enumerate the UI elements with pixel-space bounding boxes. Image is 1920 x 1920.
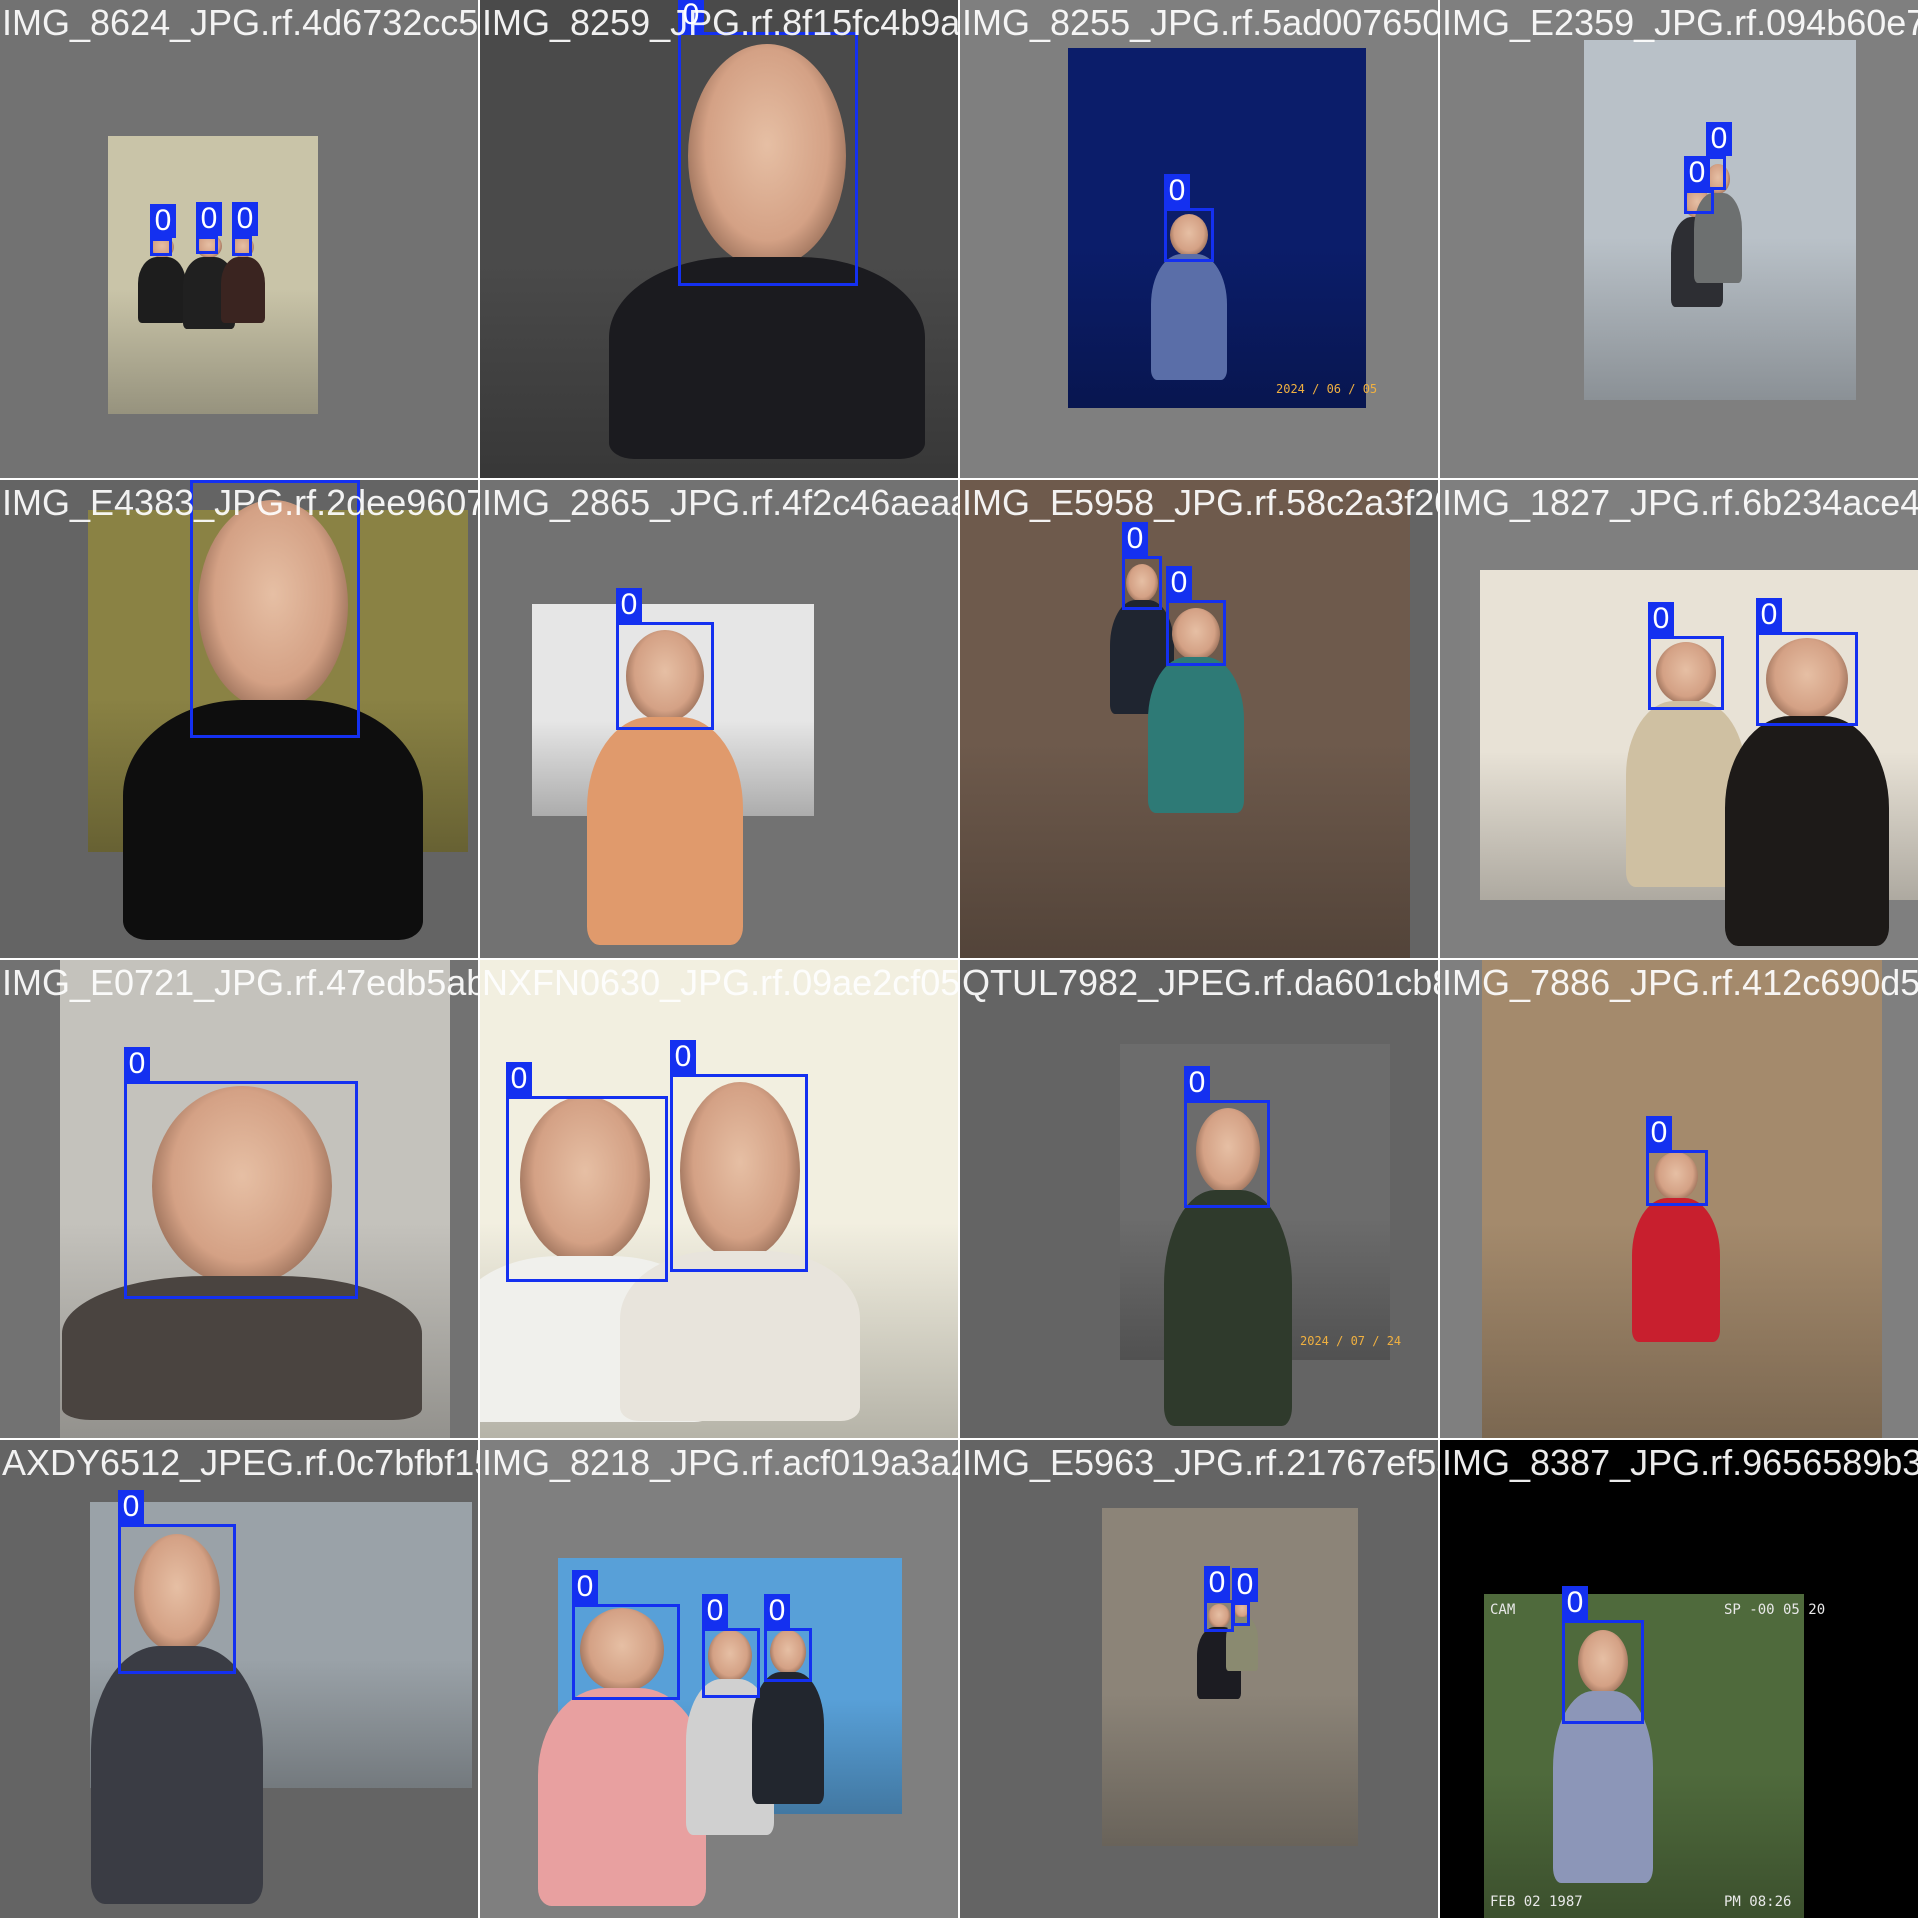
class-label: 0 [702,1594,728,1628]
mosaic-tile: 0 0 NXFN0630_JPG.rf.09ae2cf05720c7e81 [480,960,958,1438]
image-filename: IMG_8387_JPG.rf.9656589b34e7c2d0 [1442,1442,1918,1483]
class-label: 0 [1646,1116,1672,1150]
face-detection-box: 0 [702,1594,760,1698]
mosaic-tile: 2024 / 07 / 24 0 QTUL7982_JPEG.rf.da601cb8… [960,960,1438,1438]
image-filename: QTUL7982_JPEG.rf.da601cb8f5a55f6e [962,962,1438,1003]
date-stamp: 2024 / 07 / 24 [1300,1334,1402,1348]
camera-overlay-text: SP -00 05 20 [1724,1602,1826,1618]
class-label: 0 [616,588,642,622]
face-detection-box: 0 [1562,1586,1644,1724]
face-detection-box: 0 [118,1490,236,1674]
image-filename: IMG_2865_JPG.rf.4f2c46aeaab2d1a2e [482,482,958,523]
face-detection-box: 0 [150,204,176,256]
person-body [138,257,186,323]
face-detection-box: 0 [1646,1116,1708,1206]
person-body [538,1688,706,1906]
mosaic-tile: 0 AXDY6512_JPEG.rf.0c7bfbf158fd2a8e [0,1440,478,1918]
class-label: 0 [764,1594,790,1628]
face-detection-box: 0 [616,588,714,730]
image-filename: IMG_8255_JPG.rf.5ad007650b0e2736d [962,2,1438,43]
face-detection-box: 0 [1706,122,1732,190]
person-body [221,257,265,323]
mosaic-tile: 2024 / 06 / 05 0 IMG_8255_JPG.rf.5ad007650… [960,0,1438,478]
image-filename: IMG_E5963_JPG.rf.21767ef5a96c3b0f [962,1442,1438,1483]
class-label: 0 [232,202,258,236]
class-label: 0 [1166,566,1192,600]
class-label: 0 [118,1490,144,1524]
image-filename: IMG_E2359_JPG.rf.094b60e7d1f4e8a2b [1442,2,1918,43]
camera-overlay-text: PM 08:26 [1724,1894,1792,1910]
face-detection-box: 0 [1164,174,1214,262]
face-detection-box: 0 [1756,598,1858,726]
person-body [1164,1190,1292,1426]
class-label: 0 [150,204,176,238]
face-detection-box: 0 [506,1062,668,1282]
class-label: 0 [1122,522,1148,556]
class-label: 0 [506,1062,532,1096]
face-detection-box: 0 [670,1040,808,1272]
mosaic-tile: 0 0 IMG_1827_JPG.rf.6b234ace43c7d0e9a [1440,480,1918,958]
mosaic-tile: CAM SP -00 05 20 FEB 02 1987 PM 08:26 0 IMG_8… [1440,1440,1918,1918]
class-label: 0 [124,1047,150,1081]
face-detection-box: 0 [1122,522,1162,610]
image-filename: IMG_8259_JPG.rf.8f15fc4b9a7b2f20f [482,2,958,43]
person-body [1632,1198,1720,1342]
face-detection-box: 0 [1204,1566,1234,1632]
image-filename: IMG_E4383_JPG.rf.2dee9607aa2e6a4f2 [2,482,478,523]
class-label: 0 [1648,602,1674,636]
class-label: 0 [670,1040,696,1074]
person-body [609,257,925,459]
image-filename: IMG_8218_JPG.rf.acf019a3a27569ad1 [482,1442,958,1483]
mosaic-tile: 000IMG_8624_JPG.rf.4d6732cc5e6e8250d [0,0,478,478]
face-detection-box: 0 [124,1047,358,1299]
face-detection-box: 0 [1166,566,1226,666]
class-label: 0 [1562,1586,1588,1620]
mosaic-tile: 00 IMG_E5963_JPG.rf.21767ef5a96c3b0f [960,1440,1438,1918]
mosaic-tile: 00 IMG_E2359_JPG.rf.094b60e7d1f4e8a2b [1440,0,1918,478]
mosaic-tile: 0IMG_E4383_JPG.rf.2dee9607aa2e6a4f2 [0,480,478,958]
camera-overlay-text: CAM [1490,1602,1516,1618]
image-filename: IMG_E0721_JPG.rf.47edb5ab1f6e0a0e4 [2,962,478,1003]
person-body [1151,254,1227,380]
face-detection-box: 0 [1232,1568,1258,1626]
image-filename: IMG_7886_JPG.rf.412c690d59d3b2fa [1442,962,1918,1003]
mosaic-tile: 0 0 0 IMG_8218_JPG.rf.acf019a3a27569ad1 [480,1440,958,1918]
face-detection-box: 0 [1184,1066,1270,1208]
image-filename: IMG_1827_JPG.rf.6b234ace43c7d0e9a [1442,482,1918,523]
class-label: 0 [572,1570,598,1604]
mosaic-tile: 0IMG_8259_JPG.rf.8f15fc4b9a7b2f20f [480,0,958,478]
face-detection-box: 0 [572,1570,680,1700]
class-label: 0 [1706,122,1732,156]
face-detection-box: 0 [678,0,858,286]
face-detection-box: 0 [196,202,222,254]
camera-overlay-text: FEB 02 1987 [1490,1894,1583,1910]
class-label: 0 [1184,1066,1210,1100]
detection-mosaic: 000IMG_8624_JPG.rf.4d6732cc5e6e8250d0IMG… [0,0,1920,1920]
image-filename: AXDY6512_JPEG.rf.0c7bfbf158fd2a8e [2,1442,478,1483]
person-body [587,717,743,945]
person-body [752,1672,824,1804]
image-filename: IMG_8624_JPG.rf.4d6732cc5e6e8250d [2,2,478,43]
class-label: 0 [1756,598,1782,632]
person-body [91,1646,263,1904]
class-label: 0 [1232,1568,1258,1602]
face-detection-box: 0 [1648,602,1724,710]
class-label: 0 [196,202,222,236]
face-detection-box: 0 [764,1594,812,1682]
mosaic-tile: 00IMG_E5958_JPG.rf.58c2a3f20d87b79bf [960,480,1438,958]
date-stamp: 2024 / 06 / 05 [1276,382,1378,396]
person-body [1148,657,1244,813]
class-label: 0 [1164,174,1190,208]
person-body [1725,716,1889,946]
face-detection-box: 0 [232,202,258,256]
image-filename: IMG_E5958_JPG.rf.58c2a3f20d87b79bf [962,482,1438,523]
mosaic-tile: 0 IMG_2865_JPG.rf.4f2c46aeaab2d1a2e [480,480,958,958]
mosaic-tile: 0 IMG_7886_JPG.rf.412c690d59d3b2fa [1440,960,1918,1438]
image-filename: NXFN0630_JPG.rf.09ae2cf05720c7e81 [482,962,958,1003]
class-label: 0 [1204,1566,1230,1600]
mosaic-tile: 0 IMG_E0721_JPG.rf.47edb5ab1f6e0a0e4 [0,960,478,1438]
face-detection-box: 0 [1684,156,1714,214]
